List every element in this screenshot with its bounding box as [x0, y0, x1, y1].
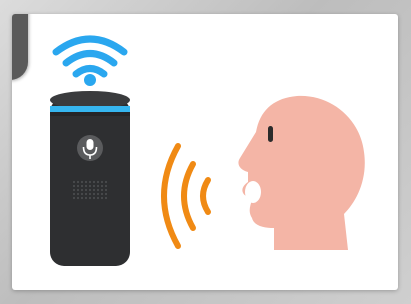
corner-tab: [12, 14, 28, 80]
grille-dot: [100, 180, 104, 184]
grille-dot: [84, 180, 88, 184]
grille-dot: [84, 184, 88, 188]
grille-dot: [92, 184, 96, 188]
eye: [268, 126, 273, 142]
open-mouth: [245, 181, 261, 203]
grille-dot: [100, 188, 104, 192]
microphone-icon: [77, 135, 103, 161]
human-head-profile: [238, 95, 365, 250]
grille-dot: [72, 180, 76, 184]
grille-dot: [92, 192, 96, 196]
grille-dot: [92, 188, 96, 192]
grille-dot: [92, 196, 96, 200]
grille-dot: [88, 184, 92, 188]
grille-dot: [104, 184, 108, 188]
illustration-card: [12, 14, 398, 290]
grille-dot: [88, 192, 92, 196]
grille-dot: [84, 188, 88, 192]
grille-dot: [96, 184, 100, 188]
grille-dot: [80, 180, 84, 184]
grille-dot: [80, 196, 84, 200]
grille-dot: [88, 180, 92, 184]
wifi-icon: [52, 35, 128, 86]
grille-dot: [72, 192, 76, 196]
grille-dot: [76, 184, 80, 188]
grille-dot: [104, 196, 108, 200]
grille-dot: [76, 196, 80, 200]
grille-dot: [104, 180, 108, 184]
grille-dot: [92, 180, 96, 184]
grille-dot: [80, 184, 84, 188]
grille-dot: [100, 192, 104, 196]
grille-dot: [84, 196, 88, 200]
grille-dot: [80, 192, 84, 196]
grille-dot: [96, 192, 100, 196]
grille-dot: [88, 188, 92, 192]
grille-dot: [76, 180, 80, 184]
grille-dot: [104, 188, 108, 192]
grille-dot: [100, 196, 104, 200]
grille-dot: [88, 196, 92, 200]
grille-dot: [100, 184, 104, 188]
grille-dot: [104, 192, 108, 196]
grille-dot: [72, 196, 76, 200]
grille-dot: [72, 184, 76, 188]
grille-dot: [76, 188, 80, 192]
grille-dot: [96, 196, 100, 200]
grille-dot: [72, 188, 76, 192]
grille-dot: [76, 192, 80, 196]
smart-speaker: [50, 91, 130, 266]
voice-assistant-illustration: [50, 35, 365, 266]
sound-waves-icon: [161, 143, 211, 249]
grille-dot: [84, 192, 88, 196]
grille-dot: [96, 188, 100, 192]
grille-dot: [96, 180, 100, 184]
grille-dot: [80, 188, 84, 192]
